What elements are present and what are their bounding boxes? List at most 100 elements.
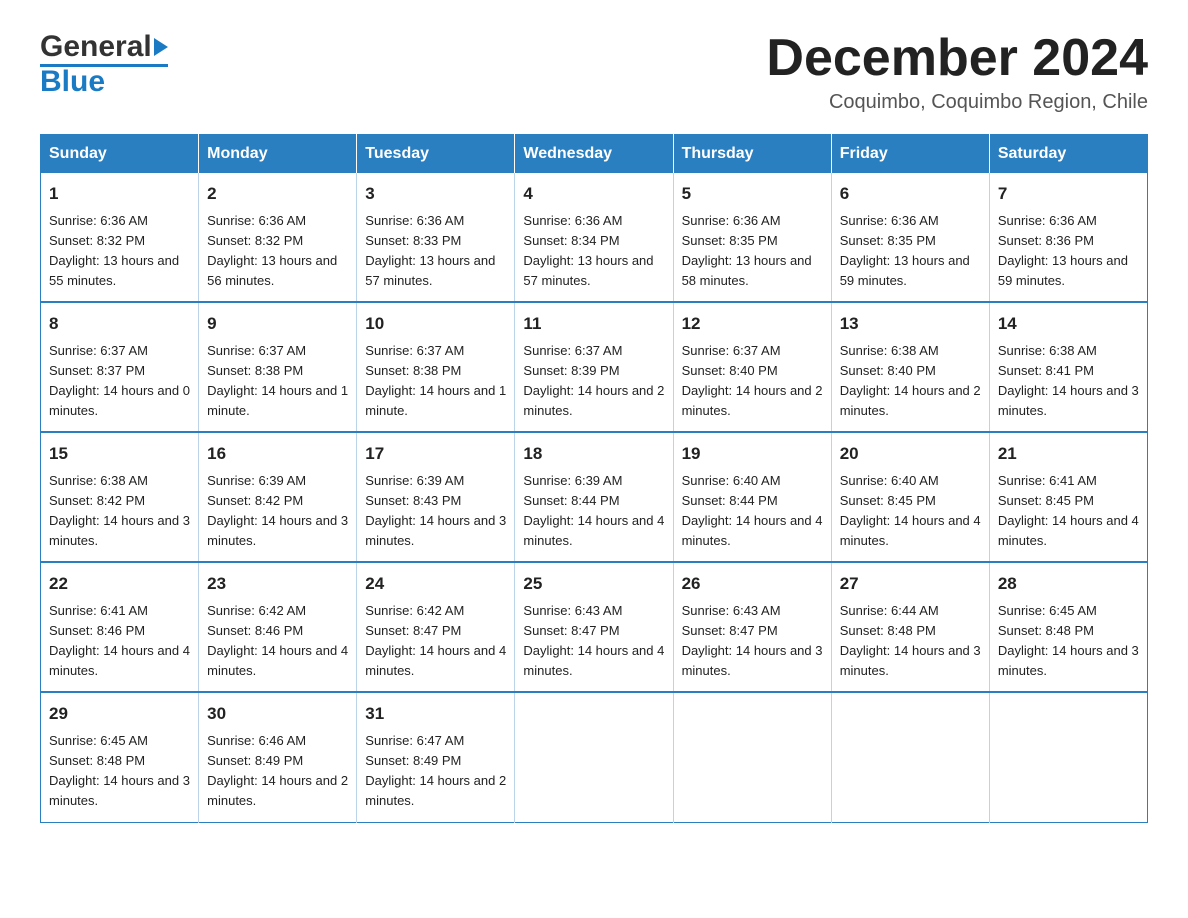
day-sunset: Sunset: 8:48 PM bbox=[840, 623, 936, 638]
day-sunrise: Sunrise: 6:37 AM bbox=[682, 343, 781, 358]
day-daylight: Daylight: 14 hours and 4 minutes. bbox=[682, 513, 823, 548]
calendar-cell: 29Sunrise: 6:45 AMSunset: 8:48 PMDayligh… bbox=[41, 692, 199, 822]
day-sunset: Sunset: 8:35 PM bbox=[682, 233, 778, 248]
calendar-week-row: 15Sunrise: 6:38 AMSunset: 8:42 PMDayligh… bbox=[41, 432, 1148, 562]
day-number: 27 bbox=[840, 571, 981, 597]
calendar-cell: 30 Sunrise: 6:46 AM Sunset: 8:49 PM Dayligh… bbox=[199, 692, 357, 822]
calendar-cell: 19Sunrise: 6:40 AMSunset: 8:44 PMDayligh… bbox=[673, 432, 831, 562]
day-sunrise: Sunrise: 6:38 AM bbox=[840, 343, 939, 358]
day-daylight: Daylight: 14 hours and 3 minutes. bbox=[998, 383, 1139, 418]
calendar-cell: 18Sunrise: 6:39 AMSunset: 8:44 PMDayligh… bbox=[515, 432, 673, 562]
day-number: 23 bbox=[207, 571, 348, 597]
calendar-week-row: 8Sunrise: 6:37 AMSunset: 8:37 PMDaylight… bbox=[41, 302, 1148, 432]
day-number: 29 bbox=[49, 701, 190, 727]
day-daylight: Daylight: 13 hours and 57 minutes. bbox=[365, 253, 495, 288]
day-daylight: Daylight: 14 hours and 4 minutes. bbox=[523, 643, 664, 678]
calendar-cell: 2Sunrise: 6:36 AMSunset: 8:32 PMDaylight… bbox=[199, 173, 357, 302]
day-number: 2 bbox=[207, 181, 348, 207]
calendar-cell: 24Sunrise: 6:42 AMSunset: 8:47 PMDayligh… bbox=[357, 562, 515, 692]
day-sunset: Sunset: 8:40 PM bbox=[682, 363, 778, 378]
calendar-cell: 23Sunrise: 6:42 AMSunset: 8:46 PMDayligh… bbox=[199, 562, 357, 692]
day-sunset: Sunset: 8:38 PM bbox=[207, 363, 303, 378]
day-sunset: Sunset: 8:49 PM bbox=[207, 753, 303, 768]
day-sunrise: Sunrise: 6:36 AM bbox=[840, 213, 939, 228]
calendar-cell: 8Sunrise: 6:37 AMSunset: 8:37 PMDaylight… bbox=[41, 302, 199, 432]
day-sunrise: Sunrise: 6:39 AM bbox=[207, 473, 306, 488]
day-sunset: Sunset: 8:39 PM bbox=[523, 363, 619, 378]
col-header-thursday: Thursday bbox=[673, 135, 831, 174]
day-number: 28 bbox=[998, 571, 1139, 597]
calendar-cell: 5 Sunrise: 6:36 AM Sunset: 8:35 PM Daylight… bbox=[673, 173, 831, 302]
logo: General Blue bbox=[40, 30, 168, 99]
day-sunrise: Sunrise: 6:37 AM bbox=[365, 343, 464, 358]
day-daylight: Daylight: 14 hours and 2 minutes. bbox=[840, 383, 981, 418]
day-sunset: Sunset: 8:43 PM bbox=[365, 493, 461, 508]
calendar-cell: 21Sunrise: 6:41 AMSunset: 8:45 PMDayligh… bbox=[989, 432, 1147, 562]
calendar-cell: 27 Sunrise: 6:44 AM Sunset: 8:48 PM Dayligh… bbox=[831, 562, 989, 692]
day-number: 5 bbox=[682, 181, 823, 207]
calendar-cell bbox=[989, 692, 1147, 822]
day-number: 22 bbox=[49, 571, 190, 597]
day-daylight: Daylight: 14 hours and 2 minutes. bbox=[207, 773, 348, 808]
day-number: 19 bbox=[682, 441, 823, 467]
calendar-cell: 13Sunrise: 6:38 AMSunset: 8:40 PMDayligh… bbox=[831, 302, 989, 432]
day-number: 15 bbox=[49, 441, 190, 467]
day-number: 11 bbox=[523, 311, 664, 337]
calendar-cell: 4Sunrise: 6:36 AMSunset: 8:34 PMDaylight… bbox=[515, 173, 673, 302]
day-sunrise: Sunrise: 6:36 AM bbox=[682, 213, 781, 228]
day-number: 25 bbox=[523, 571, 664, 597]
calendar-table: SundayMondayTuesdayWednesdayThursdayFrid… bbox=[40, 134, 1148, 822]
day-daylight: Daylight: 13 hours and 58 minutes. bbox=[682, 253, 812, 288]
day-sunset: Sunset: 8:48 PM bbox=[49, 753, 145, 768]
day-sunrise: Sunrise: 6:37 AM bbox=[207, 343, 306, 358]
day-daylight: Daylight: 14 hours and 2 minutes. bbox=[523, 383, 664, 418]
day-daylight: Daylight: 14 hours and 3 minutes. bbox=[365, 513, 506, 548]
calendar-cell: 6Sunrise: 6:36 AMSunset: 8:35 PMDaylight… bbox=[831, 173, 989, 302]
calendar-cell: 16Sunrise: 6:39 AMSunset: 8:42 PMDayligh… bbox=[199, 432, 357, 562]
day-sunset: Sunset: 8:38 PM bbox=[365, 363, 461, 378]
day-sunrise: Sunrise: 6:43 AM bbox=[682, 603, 781, 618]
calendar-cell: 22Sunrise: 6:41 AMSunset: 8:46 PMDayligh… bbox=[41, 562, 199, 692]
day-sunrise: Sunrise: 6:37 AM bbox=[523, 343, 622, 358]
day-sunset: Sunset: 8:42 PM bbox=[207, 493, 303, 508]
day-sunrise: Sunrise: 6:44 AM bbox=[840, 603, 939, 618]
day-number: 1 bbox=[49, 181, 190, 207]
day-daylight: Daylight: 14 hours and 4 minutes. bbox=[840, 513, 981, 548]
day-sunrise: Sunrise: 6:39 AM bbox=[523, 473, 622, 488]
day-number: 30 bbox=[207, 701, 348, 727]
col-header-sunday: Sunday bbox=[41, 135, 199, 174]
day-sunset: Sunset: 8:46 PM bbox=[49, 623, 145, 638]
day-sunrise: Sunrise: 6:36 AM bbox=[207, 213, 306, 228]
day-sunrise: Sunrise: 6:39 AM bbox=[365, 473, 464, 488]
calendar-week-row: 1Sunrise: 6:36 AMSunset: 8:32 PMDaylight… bbox=[41, 173, 1148, 302]
day-number: 24 bbox=[365, 571, 506, 597]
day-sunrise: Sunrise: 6:42 AM bbox=[207, 603, 306, 618]
day-sunset: Sunset: 8:45 PM bbox=[840, 493, 936, 508]
col-header-monday: Monday bbox=[199, 135, 357, 174]
calendar-cell: 1Sunrise: 6:36 AMSunset: 8:32 PMDaylight… bbox=[41, 173, 199, 302]
day-number: 20 bbox=[840, 441, 981, 467]
day-daylight: Daylight: 14 hours and 3 minutes. bbox=[49, 773, 190, 808]
day-daylight: Daylight: 14 hours and 3 minutes. bbox=[840, 643, 981, 678]
day-sunset: Sunset: 8:36 PM bbox=[998, 233, 1094, 248]
day-sunrise: Sunrise: 6:36 AM bbox=[998, 213, 1097, 228]
day-daylight: Daylight: 14 hours and 3 minutes. bbox=[49, 513, 190, 548]
day-sunrise: Sunrise: 6:42 AM bbox=[365, 603, 464, 618]
calendar-cell: 20Sunrise: 6:40 AMSunset: 8:45 PMDayligh… bbox=[831, 432, 989, 562]
day-number: 7 bbox=[998, 181, 1139, 207]
day-number: 18 bbox=[523, 441, 664, 467]
day-daylight: Daylight: 14 hours and 1 minute. bbox=[207, 383, 348, 418]
location-subtitle: Coquimbo, Coquimbo Region, Chile bbox=[766, 91, 1148, 114]
day-daylight: Daylight: 14 hours and 4 minutes. bbox=[207, 643, 348, 678]
day-daylight: Daylight: 14 hours and 3 minutes. bbox=[998, 643, 1139, 678]
page-header: General Blue December 2024 Coquimbo, Coq… bbox=[40, 30, 1148, 114]
day-sunset: Sunset: 8:42 PM bbox=[49, 493, 145, 508]
day-sunrise: Sunrise: 6:41 AM bbox=[49, 603, 148, 618]
day-daylight: Daylight: 13 hours and 57 minutes. bbox=[523, 253, 653, 288]
day-number: 3 bbox=[365, 181, 506, 207]
day-daylight: Daylight: 14 hours and 1 minute. bbox=[365, 383, 506, 418]
day-daylight: Daylight: 14 hours and 2 minutes. bbox=[365, 773, 506, 808]
day-daylight: Daylight: 13 hours and 55 minutes. bbox=[49, 253, 179, 288]
day-sunrise: Sunrise: 6:46 AM bbox=[207, 733, 306, 748]
day-sunset: Sunset: 8:33 PM bbox=[365, 233, 461, 248]
